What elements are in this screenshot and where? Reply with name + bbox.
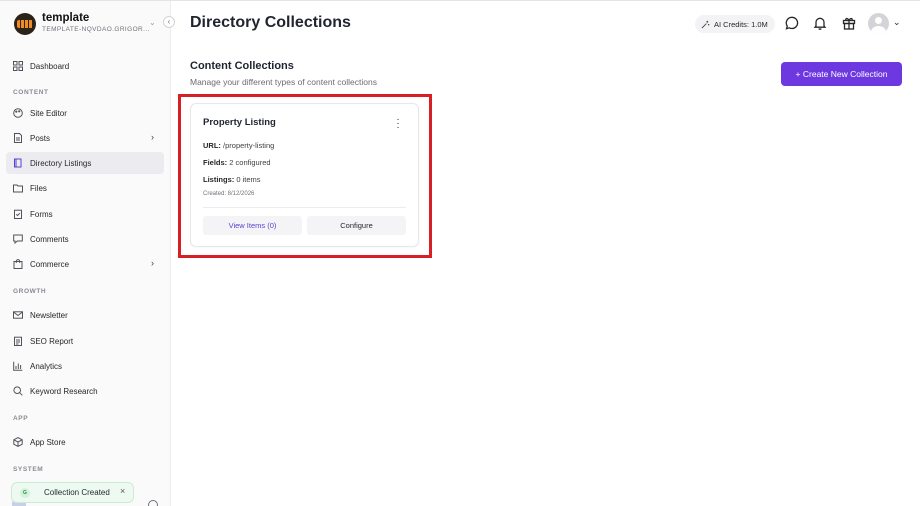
package-icon xyxy=(13,437,23,447)
sidebar-item-analytics[interactable]: Analytics xyxy=(6,355,164,377)
gift-icon[interactable] xyxy=(840,14,858,32)
sidebar-item-label: Commerce xyxy=(30,259,70,269)
sidebar-item-comments[interactable]: Comments xyxy=(6,228,164,250)
search-icon xyxy=(13,386,23,396)
workspace-name: template xyxy=(42,12,90,24)
toast-notification: G Collection Created × xyxy=(11,482,134,503)
card-url-row: URL: /property-listing xyxy=(203,141,274,150)
workspace-switcher[interactable]: template TEMPLATE-NQVDAO.GRIGOR... ⌄ xyxy=(14,11,164,37)
document-icon xyxy=(13,133,23,143)
card-fields-row: Fields: 2 configured xyxy=(203,158,271,167)
book-icon xyxy=(13,158,23,168)
ai-credits-badge[interactable]: AI Credits: 1.0M xyxy=(695,15,775,33)
sidebar-collapse-button[interactable]: ‹ xyxy=(163,16,175,28)
chevron-down-icon[interactable]: ⌄ xyxy=(893,17,901,28)
section-label-app: APP xyxy=(13,415,29,422)
sidebar-item-site-editor[interactable]: Site Editor xyxy=(6,102,164,124)
configure-button[interactable]: Configure xyxy=(307,216,406,235)
section-label-content: CONTENT xyxy=(13,89,49,96)
sidebar-item-label: Posts xyxy=(30,133,51,143)
avatar[interactable] xyxy=(868,13,889,34)
brand-logo xyxy=(14,13,36,35)
sidebar-item-label: Comments xyxy=(30,234,69,244)
divider xyxy=(203,207,406,208)
card-created-date: Created: 8/12/2026 xyxy=(203,191,255,197)
toast-badge: G xyxy=(20,488,30,498)
create-collection-button[interactable]: + Create New Collection xyxy=(781,62,902,86)
sidebar-item-label: App Store xyxy=(30,437,66,447)
card-listings-value: 0 items xyxy=(236,175,261,184)
toast-message: Collection Created xyxy=(44,488,110,497)
shopping-bag-icon xyxy=(13,259,23,269)
workspace-id: TEMPLATE-NQVDAO.GRIGOR... xyxy=(42,26,150,33)
sidebar-item-dashboard[interactable]: Dashboard xyxy=(6,55,164,77)
view-items-button[interactable]: View Items (0) xyxy=(203,216,302,235)
bar-chart-icon xyxy=(13,361,23,371)
settings-icon[interactable] xyxy=(148,500,158,506)
chevron-down-icon: ⌄ xyxy=(149,18,156,27)
card-fields-value: 2 configured xyxy=(229,158,271,167)
chevron-right-icon: › xyxy=(151,132,154,142)
sidebar-item-label: Forms xyxy=(30,209,53,219)
section-title: Content Collections xyxy=(190,60,294,72)
card-url-label: URL: xyxy=(203,141,221,150)
section-label-system: SYSTEM xyxy=(13,466,44,473)
more-vertical-icon[interactable]: · · · xyxy=(394,115,402,133)
sidebar-item-files[interactable]: Files xyxy=(6,177,164,199)
comment-icon xyxy=(13,234,23,244)
app-window: template TEMPLATE-NQVDAO.GRIGOR... ⌄ Das… xyxy=(0,0,920,506)
page-title: Directory Collections xyxy=(190,14,351,31)
clipboard-check-icon xyxy=(13,209,23,219)
sidebar-item-commerce[interactable]: Commerce › xyxy=(6,253,164,275)
mail-icon xyxy=(13,310,23,320)
sidebar-item-label: Directory Listings xyxy=(30,158,92,168)
close-icon[interactable]: × xyxy=(120,486,125,496)
sidebar-item-newsletter[interactable]: Newsletter xyxy=(6,304,164,326)
ai-credits-label: AI Credits: 1.0M xyxy=(714,19,768,29)
sidebar-item-directory-listings[interactable]: Directory Listings xyxy=(6,152,164,174)
sidebar-item-label: SEO Report xyxy=(30,336,74,346)
sidebar-item-label: Dashboard xyxy=(30,61,70,71)
collection-card: Property Listing · · · URL: /property-list… xyxy=(190,103,419,247)
chat-icon[interactable] xyxy=(783,14,801,32)
sidebar-item-label: Files xyxy=(30,183,47,193)
sidebar-item-forms[interactable]: Forms xyxy=(6,203,164,225)
card-listings-label: Listings: xyxy=(203,175,235,184)
section-label-growth: GROWTH xyxy=(13,288,47,295)
sidebar-item-keyword-research[interactable]: Keyword Research xyxy=(6,380,164,402)
card-title: Property Listing xyxy=(203,117,276,128)
card-url-value: /property-listing xyxy=(223,141,275,150)
sidebar: template TEMPLATE-NQVDAO.GRIGOR... ⌄ Das… xyxy=(0,1,171,506)
card-fields-label: Fields: xyxy=(203,158,228,167)
sidebar-item-label: Analytics xyxy=(30,361,63,371)
dashboard-icon xyxy=(13,61,23,71)
card-listings-row: Listings: 0 items xyxy=(203,175,261,184)
report-icon xyxy=(13,336,23,346)
sparkle-wand-icon xyxy=(701,20,710,28)
chevron-right-icon: › xyxy=(151,258,154,268)
sidebar-item-label: Newsletter xyxy=(30,310,68,320)
sidebar-item-label: Keyword Research xyxy=(30,386,98,396)
folder-icon xyxy=(13,183,23,193)
bell-icon[interactable] xyxy=(811,14,829,32)
sidebar-item-label: Site Editor xyxy=(30,108,67,118)
sidebar-item-posts[interactable]: Posts › xyxy=(6,127,164,149)
sidebar-item-app-store[interactable]: App Store xyxy=(6,431,164,453)
palette-icon xyxy=(13,108,23,118)
sidebar-item-seo-report[interactable]: SEO Report xyxy=(6,330,164,352)
section-subtitle: Manage your different types of content c… xyxy=(190,77,377,87)
